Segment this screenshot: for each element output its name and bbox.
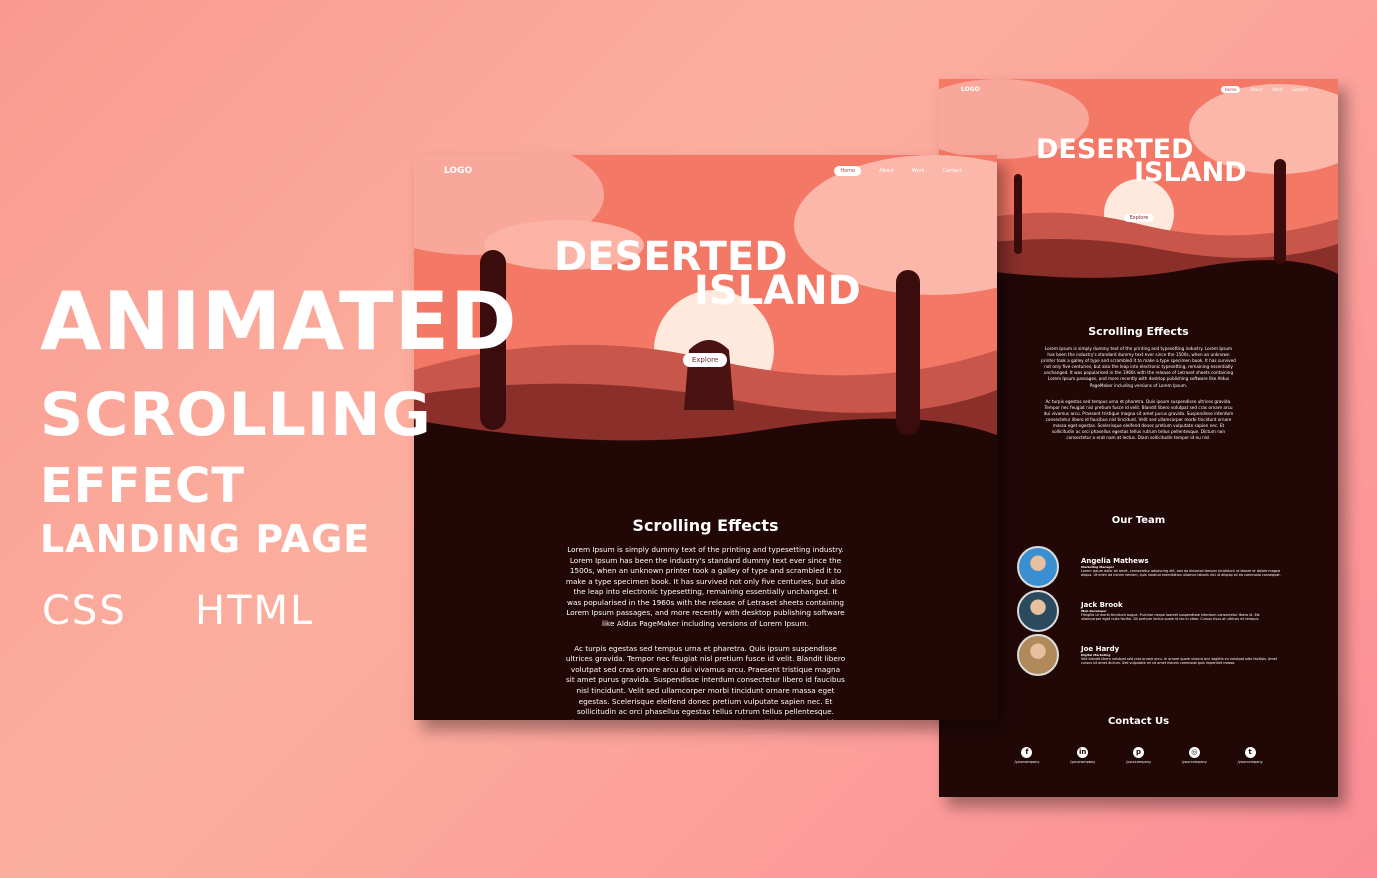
social-handle: /yourcompany: [1237, 760, 1263, 764]
scrolling-effects-section: Scrolling Effects Lorem Ipsum is simply …: [414, 516, 997, 720]
nav-about[interactable]: About: [1250, 87, 1262, 92]
team-title: Our Team: [939, 515, 1338, 526]
mockup-hero-view: LOGO Home About Work Contact DESERTED IS…: [414, 155, 997, 720]
section-title: Scrolling Effects: [632, 516, 779, 535]
logo[interactable]: LOGO: [961, 86, 980, 93]
nav-contact[interactable]: Contact: [1292, 87, 1308, 92]
hero-title-2: ISLAND: [694, 268, 861, 314]
explore-button[interactable]: Explore: [683, 353, 727, 367]
paragraph-2: Ac turpis egestas sed tempus urna et pha…: [565, 643, 846, 720]
social-handle: /yourcompany: [1070, 760, 1096, 764]
contact-title: Contact Us: [939, 716, 1338, 727]
linkedin-icon[interactable]: in: [1077, 747, 1089, 758]
headline-landing-page: LANDING PAGE: [40, 517, 371, 561]
team-member: Joe Hardy Digital Marketing Sed blandit …: [1017, 633, 1317, 677]
logo[interactable]: LOGO: [444, 166, 472, 176]
nav-home[interactable]: Home: [1220, 86, 1241, 93]
scrolling-effects-section: Scrolling Effects Lorem Ipsum is simply …: [939, 325, 1338, 441]
member-name: Angelia Mathews: [1081, 556, 1149, 565]
nav-work[interactable]: Work: [1272, 87, 1282, 92]
mockup-full-page: LOGO Home About Work Contact DESERTED IS…: [939, 79, 1338, 797]
social-link[interactable]: in /yourcompany: [1070, 747, 1095, 764]
social-link[interactable]: f /yourcompany: [1014, 747, 1039, 764]
social-handle: /yourcompany: [1014, 760, 1040, 764]
facebook-icon[interactable]: f: [1021, 747, 1033, 758]
social-link[interactable]: ◎ /yourcompany: [1182, 747, 1207, 764]
contact-heading: Contact Us: [1107, 716, 1170, 727]
team-member: Angelia Mathews Marketing Manager Lorem …: [1017, 545, 1317, 589]
social-link[interactable]: p /yourcompany: [1126, 747, 1151, 764]
headline-scrolling: SCROLLING: [40, 380, 432, 450]
paragraph-1: Lorem Ipsum is simply dummy text of the …: [565, 545, 846, 629]
team-member: Jack Brook Web Developer Fringilla ut mo…: [1017, 589, 1317, 633]
headline-animated: ANIMATED: [40, 275, 518, 368]
team-list: Angelia Mathews Marketing Manager Lorem …: [1017, 545, 1317, 677]
member-description: Lorem ipsum dolor sit amet, consectetur …: [1081, 568, 1281, 577]
paragraph-2: Ac turpis egestas sed tempus urna et pha…: [1043, 398, 1234, 441]
paragraph-1: Lorem Ipsum is simply dummy text of the …: [1041, 346, 1236, 388]
nav-about[interactable]: About: [879, 168, 894, 174]
social-handle: /yourcompany: [1181, 760, 1207, 764]
hero-title-2: ISLAND: [1134, 157, 1247, 188]
html-label: HTML: [195, 588, 315, 634]
member-name: Joe Hardy: [1081, 644, 1120, 653]
nav-bar: Home About Work Contact: [834, 166, 962, 176]
avatar: [1017, 634, 1059, 676]
member-description: Fringilla ut morbi tincidunt augue. Pulv…: [1081, 612, 1260, 621]
nav-work[interactable]: Work: [912, 168, 925, 174]
css-label: CSS: [42, 588, 127, 634]
explore-button[interactable]: Explore: [1124, 214, 1154, 222]
member-description: Sed blandit libero volutpat sed cras orn…: [1081, 656, 1278, 665]
avatar: [1017, 546, 1059, 588]
social-links: f /yourcompany in /yourcompany p /yourco…: [939, 747, 1338, 764]
team-heading: Our Team: [1111, 515, 1166, 526]
pinterest-icon[interactable]: p: [1132, 747, 1144, 758]
headline-effect: EFFECT: [40, 458, 246, 514]
section-title: Scrolling Effects: [1088, 325, 1189, 338]
social-link[interactable]: t /yourcompany: [1238, 747, 1263, 764]
nav-home[interactable]: Home: [834, 166, 862, 176]
instagram-icon[interactable]: ◎: [1188, 747, 1200, 758]
avatar: [1017, 590, 1059, 632]
twitter-icon[interactable]: t: [1244, 747, 1256, 758]
social-handle: /yourcompany: [1125, 760, 1152, 764]
nav-bar: Home About Work Contact: [1220, 86, 1308, 93]
nav-contact[interactable]: Contact: [943, 168, 962, 174]
member-name: Jack Brook: [1081, 600, 1123, 609]
